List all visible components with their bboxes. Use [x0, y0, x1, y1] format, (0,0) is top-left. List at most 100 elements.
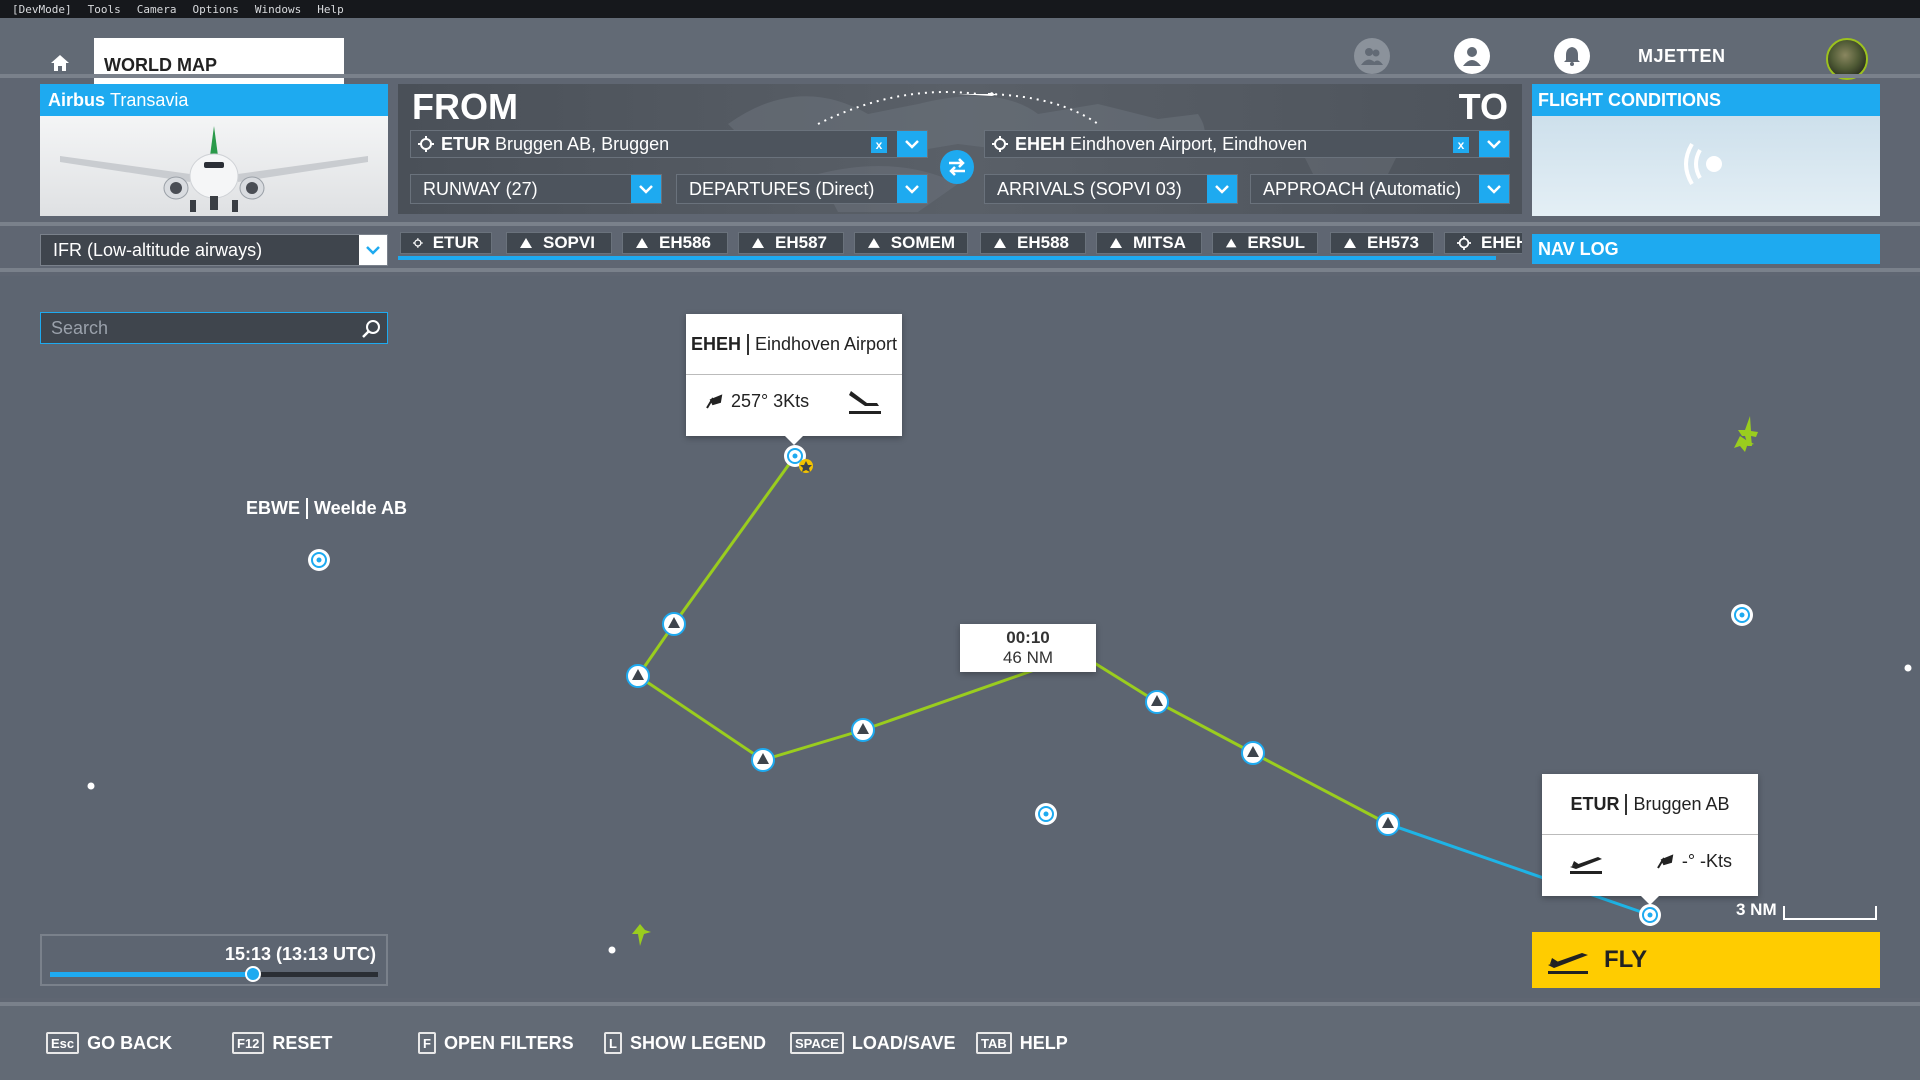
windsock-icon [1656, 853, 1674, 869]
departure-airport-field[interactable]: ETUR Bruggen AB, Bruggen x [410, 130, 928, 158]
destination-weather: 257° 3Kts [686, 374, 902, 428]
top-nav-bar: WORLD MAP MJETTEN [0, 18, 1920, 92]
arrival-procedure-select[interactable]: ARRIVALS (SOPVI 03) [984, 174, 1238, 204]
departure-code: ETUR [441, 133, 490, 154]
clear-departure-button[interactable]: x [871, 137, 887, 153]
waypoint-triangle-icon [994, 238, 1006, 248]
waypoint-label: EH588 [1017, 233, 1069, 252]
home-icon [51, 55, 69, 71]
load-save-button[interactable]: SPACE LOAD/SAVE [790, 1032, 956, 1054]
approach-select[interactable]: APPROACH (Automatic) [1250, 174, 1510, 204]
aircraft-card[interactable]: Airbus Transavia [40, 84, 388, 216]
departure-procedure-dropdown-button[interactable] [897, 175, 927, 203]
home-button[interactable] [40, 36, 80, 90]
bottom-hint-bar: Esc GO BACK F12 RESET F OPEN FILTERS L S… [0, 1002, 1920, 1080]
destination-code: EHEH [691, 333, 749, 355]
waypoint-triangle-icon [1344, 238, 1356, 248]
aircraft-brand: Airbus [48, 89, 106, 110]
callout-pointer [785, 436, 803, 445]
nav-log-button[interactable]: NAV LOG [1532, 234, 1880, 264]
devmode-menu[interactable]: [DevMode] [12, 3, 72, 16]
help-menu[interactable]: Help [317, 3, 344, 16]
waypoint-chip[interactable]: EH588 [980, 232, 1086, 254]
go-back-button[interactable]: Esc GO BACK [46, 1032, 172, 1054]
arrival-dropdown-button[interactable] [1479, 131, 1509, 157]
waypoint-chip[interactable]: EH573 [1330, 232, 1434, 254]
waypoint-chip[interactable]: SOMEM [854, 232, 968, 254]
map-scale: 3 NM [1736, 900, 1877, 920]
clear-arrival-button[interactable]: x [1453, 137, 1469, 153]
world-map-tab-label: WORLD MAP [104, 54, 217, 75]
waypoint-chip[interactable]: EHEH [1444, 232, 1522, 254]
fly-button[interactable]: FLY [1532, 932, 1880, 988]
destination-wind: 257° 3Kts [730, 391, 810, 411]
friends-button[interactable] [1354, 38, 1390, 74]
reset-button[interactable]: F12 RESET [232, 1032, 332, 1054]
time-slider-handle[interactable] [245, 966, 262, 982]
map-label-ebwe[interactable]: EBWE Weelde AB [246, 498, 407, 519]
profile-button[interactable] [1454, 38, 1490, 74]
options-menu[interactable]: Options [192, 3, 238, 16]
airport-icon [413, 238, 423, 248]
runway-dropdown-button[interactable] [631, 175, 661, 203]
friends-icon [1361, 48, 1383, 65]
waypoint-label: EH587 [775, 233, 827, 252]
show-legend-button[interactable]: L SHOW LEGEND [604, 1032, 766, 1054]
departure-name: Bruggen AB, Bruggen [495, 133, 670, 154]
leg-info-box[interactable]: 00:10 46 NM [960, 624, 1096, 672]
camera-menu[interactable]: Camera [137, 3, 177, 16]
flight-conditions-title: FLIGHT CONDITIONS [1532, 84, 1880, 116]
windows-menu[interactable]: Windows [255, 3, 301, 16]
departure-dropdown-button[interactable] [897, 131, 927, 157]
time-label: 15:13 (13:13 UTC) [224, 944, 376, 964]
open-filters-button[interactable]: F OPEN FILTERS [418, 1032, 574, 1054]
waypoint-label: SOPVI [543, 233, 595, 252]
toolbar-divider [0, 268, 1920, 272]
header-divider [0, 74, 1920, 78]
waypoint-label: ERSUL [1247, 233, 1305, 252]
map-label-code: EBWE [246, 498, 308, 519]
flight-type-dropdown-button[interactable] [359, 235, 387, 265]
waypoint-label: EH586 [659, 233, 711, 252]
airport-icon [1457, 236, 1471, 250]
flight-type-select[interactable]: IFR (Low-altitude airways) [40, 234, 388, 266]
key-badge: TAB [976, 1032, 1012, 1054]
waypoint-chip[interactable]: SOPVI [506, 232, 612, 254]
map-search[interactable] [40, 312, 388, 344]
waypoint-label: SOMEM [890, 233, 955, 252]
waypoint-chip[interactable]: EH586 [622, 232, 728, 254]
destination-callout[interactable]: EHEH Eindhoven Airport 257° 3Kts [686, 314, 902, 445]
origin-callout[interactable]: ETUR Bruggen AB -° -Kts [1542, 774, 1758, 905]
airport-icon [418, 136, 434, 152]
flight-conditions-card[interactable]: FLIGHT CONDITIONS [1532, 84, 1880, 216]
arrival-procedure-dropdown-button[interactable] [1207, 175, 1237, 203]
username[interactable]: MJETTEN [1638, 46, 1726, 67]
profile-icon [1463, 47, 1481, 66]
time-slider-track[interactable] [50, 966, 378, 982]
tools-menu[interactable]: Tools [88, 3, 121, 16]
search-icon[interactable] [361, 319, 381, 339]
bell-icon [1564, 47, 1580, 66]
swap-airports-button[interactable] [940, 150, 974, 184]
search-input[interactable] [51, 317, 341, 339]
runway-value: RUNWAY (27) [423, 178, 538, 199]
key-badge: L [604, 1032, 622, 1054]
to-label: TO [1458, 86, 1508, 127]
time-slider-panel[interactable]: 15:13 (13:13 UTC) [40, 934, 388, 986]
origin-name: Bruggen AB [1633, 793, 1730, 814]
from-label: FROM [412, 86, 518, 127]
arrival-airport-field[interactable]: EHEH Eindhoven Airport, Eindhoven x [984, 130, 1510, 158]
waypoint-chip[interactable]: MITSA [1096, 232, 1202, 254]
waypoint-chip[interactable]: ERSUL [1212, 232, 1318, 254]
approach-dropdown-button[interactable] [1479, 175, 1509, 203]
waypoint-chip[interactable]: ETUR [400, 232, 492, 254]
leg-time: 00:10 [1006, 628, 1050, 647]
waypoint-scrollbar[interactable] [398, 256, 1496, 260]
runway-select[interactable]: RUNWAY (27) [410, 174, 662, 204]
waypoint-chip[interactable]: EH587 [738, 232, 844, 254]
departure-procedure-select[interactable]: DEPARTURES (Direct) [676, 174, 928, 204]
help-button[interactable]: TAB HELP [976, 1032, 1068, 1054]
notifications-button[interactable] [1554, 38, 1590, 74]
arrival-name: Eindhoven Airport, Eindhoven [1070, 133, 1308, 154]
waypoint-label: EH573 [1367, 233, 1419, 252]
